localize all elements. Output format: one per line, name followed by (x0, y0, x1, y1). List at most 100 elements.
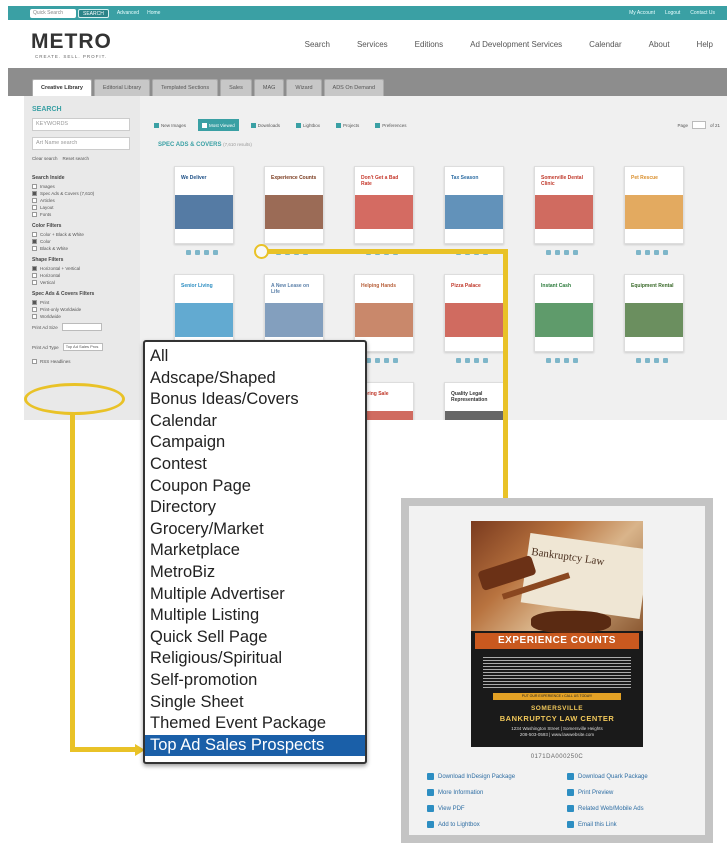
lightbox-icon[interactable] (465, 358, 470, 363)
advanced-link[interactable]: Advanced (117, 10, 139, 16)
ad-thumbnail[interactable]: Pizza Palace (444, 274, 504, 352)
download-icon[interactable] (474, 358, 479, 363)
nav-services[interactable]: Services (357, 40, 388, 49)
home-link[interactable]: Home (147, 10, 160, 16)
info-icon[interactable] (663, 250, 668, 255)
reset-search-link[interactable]: Reset search (63, 156, 90, 161)
toolbar-preferences[interactable]: Preferences (371, 119, 410, 131)
dropdown-option[interactable]: Self-promotion (145, 670, 365, 692)
toolbar-most-viewed[interactable]: Most Viewed (198, 119, 239, 131)
ad-thumbnail[interactable]: Experience Counts (264, 166, 324, 244)
ad-thumbnail[interactable]: Tax Season (444, 166, 504, 244)
dropdown-option[interactable]: MetroBiz (145, 562, 365, 584)
filter-checkbox[interactable]: Color + Black & White (32, 232, 132, 237)
filter-checkbox[interactable]: Black & White (32, 246, 132, 251)
download-icon[interactable] (654, 250, 659, 255)
ad-type-dropdown-list[interactable]: All Adscape/Shaped Bonus Ideas/Covers Calen… (143, 340, 367, 764)
dropdown-option[interactable]: Directory (145, 497, 365, 519)
dropdown-option[interactable]: Quick Sell Page (145, 627, 365, 649)
nav-about[interactable]: About (649, 40, 670, 49)
toolbar-new-images[interactable]: New Images (150, 119, 190, 131)
ad-thumbnail[interactable]: Equipment Rental (624, 274, 684, 352)
quick-search-button[interactable]: SEARCH (78, 8, 109, 18)
filter-checkbox[interactable]: Horizontal + Vertical (32, 266, 132, 271)
info-icon[interactable] (573, 358, 578, 363)
info-icon[interactable] (663, 358, 668, 363)
filter-checkbox[interactable]: Fonts (32, 212, 132, 217)
filter-checkbox[interactable]: Images (32, 184, 132, 189)
lightbox-icon[interactable] (555, 250, 560, 255)
detail-link-download-quark-package[interactable]: Download Quark Package (567, 772, 697, 781)
nav-ad-development[interactable]: Ad Development Services (470, 40, 562, 49)
view-icon[interactable] (546, 358, 551, 363)
nav-help[interactable]: Help (697, 40, 713, 49)
my-account-link[interactable]: My Account (629, 10, 655, 16)
dropdown-option[interactable]: All (145, 346, 365, 368)
detail-link-email-this-link[interactable]: Email this Link (567, 820, 697, 829)
ad-thumbnail[interactable]: Somerville Dental Clinic (534, 166, 594, 244)
contact-link[interactable]: Contact Us (690, 10, 715, 16)
download-icon[interactable] (204, 250, 209, 255)
info-icon[interactable] (573, 250, 578, 255)
ad-thumbnail[interactable]: Pet Rescue (624, 166, 684, 244)
toolbar-lightbox[interactable]: Lightbox (292, 119, 324, 131)
detail-link-download-indesign-package[interactable]: Download InDesign Package (427, 772, 567, 781)
tab-sales[interactable]: Sales (220, 79, 252, 96)
ad-type-select[interactable]: Top Ad Sales Pros (62, 343, 103, 351)
view-icon[interactable] (456, 358, 461, 363)
filter-checkbox[interactable]: Vertical (32, 280, 132, 285)
info-icon[interactable] (213, 250, 218, 255)
dropdown-option[interactable]: Adscape/Shaped (145, 368, 365, 390)
detail-link-more-information[interactable]: More Information (427, 788, 567, 797)
ad-thumbnail[interactable]: Don't Get a Bad Rate (354, 166, 414, 244)
filter-checkbox[interactable]: Color (32, 239, 132, 244)
detail-link-related-web-mobile-ads[interactable]: Related Web/Mobile Ads (567, 804, 697, 813)
dropdown-option[interactable]: Themed Event Package (145, 713, 365, 735)
dropdown-option[interactable]: Contest (145, 454, 365, 476)
lightbox-icon[interactable] (375, 358, 380, 363)
dropdown-option[interactable]: Religious/Spiritual (145, 648, 365, 670)
rss-checkbox[interactable]: RSS Headlines (32, 359, 132, 364)
tab-mag[interactable]: MAG (253, 79, 285, 96)
dropdown-option[interactable]: Marketplace (145, 540, 365, 562)
filter-checkbox[interactable]: Print-only Worldwide (32, 307, 132, 312)
download-icon[interactable] (384, 358, 389, 363)
dropdown-option[interactable]: Calendar (145, 411, 365, 433)
dropdown-option[interactable]: Top Ad Sales Prospects (145, 734, 365, 757)
tab-creative-library[interactable]: Creative Library (32, 79, 92, 96)
tab-wizard[interactable]: Wizard (286, 79, 322, 96)
art-number-input[interactable]: Art Name search (32, 137, 130, 150)
tab-ads-on-demand[interactable]: ADS On Demand (323, 79, 385, 96)
lightbox-icon[interactable] (555, 358, 560, 363)
dropdown-option[interactable]: Multiple Advertiser (145, 584, 365, 606)
filter-checkbox[interactable]: Worldwide (32, 314, 132, 319)
detail-link-view-pdf[interactable]: View PDF (427, 804, 567, 813)
detail-link-print-preview[interactable]: Print Preview (567, 788, 697, 797)
quick-search-input[interactable]: Quick Search (30, 8, 76, 18)
detail-link-add-to-lightbox[interactable]: Add to Lightbox (427, 820, 567, 829)
lightbox-icon[interactable] (645, 250, 650, 255)
logout-link[interactable]: Logout (665, 10, 680, 16)
lightbox-icon[interactable] (195, 250, 200, 255)
nav-editions[interactable]: Editions (415, 40, 443, 49)
filter-checkbox[interactable]: Layout (32, 205, 132, 210)
nav-calendar[interactable]: Calendar (589, 40, 621, 49)
tab-editorial-library[interactable]: Editorial Library (93, 79, 151, 96)
page-number-input[interactable] (691, 121, 706, 129)
download-icon[interactable] (564, 250, 569, 255)
ad-thumbnail[interactable]: Quality Legal Representation (444, 382, 504, 420)
dropdown-option[interactable]: Campaign (145, 432, 365, 454)
nav-search[interactable]: Search (305, 40, 330, 49)
toolbar-downloads[interactable]: Downloads (247, 119, 284, 131)
dropdown-option[interactable]: Bonus Ideas/Covers (145, 389, 365, 411)
filter-checkbox[interactable]: Spec Ads & Covers (7,610) (32, 191, 132, 196)
lightbox-icon[interactable] (645, 358, 650, 363)
info-icon[interactable] (483, 358, 488, 363)
dropdown-option[interactable]: Grocery/Market (145, 519, 365, 541)
view-icon[interactable] (636, 358, 641, 363)
filter-checkbox[interactable]: Articles (32, 198, 132, 203)
ad-thumbnail[interactable]: Instant Cash (534, 274, 594, 352)
filter-checkbox[interactable]: Print (32, 300, 132, 305)
ad-thumbnail[interactable]: We Deliver (174, 166, 234, 244)
dropdown-option[interactable]: Multiple Listing (145, 605, 365, 627)
